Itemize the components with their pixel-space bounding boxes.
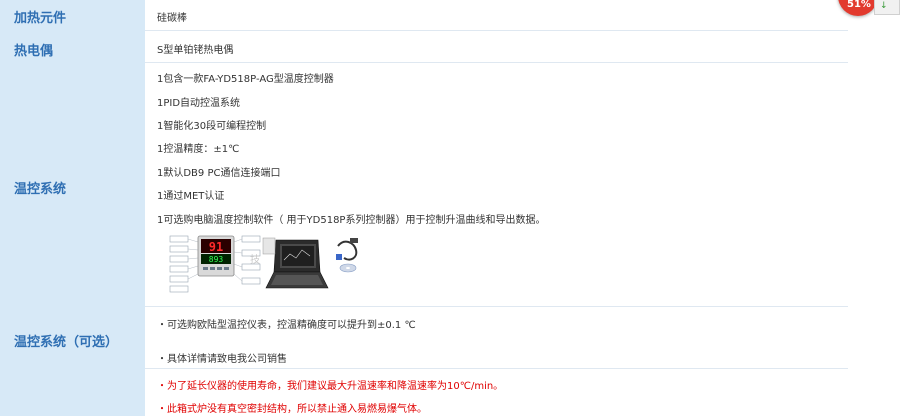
- label-temp-control-optional: 温控系统（可选）: [14, 335, 119, 350]
- warning-note: ・为了延长仪器的使用寿命，我们建议最大升温速率和降温速率为10℃/min。: [157, 381, 504, 392]
- down-arrow-icon: ↓: [880, 1, 888, 11]
- temp-control-item: 1默认DB9 PC通信连接端口: [157, 168, 281, 179]
- laptop: [265, 239, 329, 289]
- row-divider: [145, 62, 848, 63]
- cable: [336, 238, 358, 261]
- temp-control-item: 1控温精度：±1℃: [157, 144, 240, 155]
- badge-percent: 51%: [847, 0, 871, 10]
- row-divider: [145, 368, 848, 369]
- display-top-readout: 91: [209, 240, 223, 254]
- heating-element-value: 硅碳棒: [157, 13, 187, 24]
- temp-control-item: 1包含一款FA-YD518P-AG型温度控制器: [157, 74, 334, 85]
- row-divider: [145, 306, 848, 307]
- row-divider: [145, 30, 848, 31]
- temp-control-item: 1智能化30段可编程控制: [157, 121, 267, 132]
- optional-control-item: ・具体详情请致电我公司销售: [157, 354, 287, 365]
- label-column: [0, 0, 145, 416]
- temp-control-item: 1PID自动控温系统: [157, 98, 241, 109]
- display-bottom-readout: 893: [209, 255, 224, 264]
- temp-control-item: 1可选购电脑温度控制软件（ 用于YD518P系列控制器）用于控制升温曲线和导出数…: [157, 215, 546, 226]
- label-temp-control: 温控系统: [14, 182, 67, 197]
- cd-disc: [339, 263, 357, 273]
- right-gutter: [848, 0, 900, 416]
- label-thermocouple: 热电偶: [14, 44, 54, 59]
- optional-control-item: ・可选购欧陆型温控仪表，控温精确度可以提升到±0.1 ℃: [157, 320, 416, 331]
- product-image: 91 893: [169, 235, 358, 293]
- progress-badge[interactable]: 51%: [838, 0, 878, 16]
- thermocouple-value: S型单铂铑热电偶: [157, 45, 234, 56]
- software-box: [262, 237, 276, 255]
- temp-control-item: 1通过MET认证: [157, 191, 225, 202]
- warning-note: ・此箱式炉没有真空密封结构，所以禁止通入易燃易爆气体。: [157, 404, 427, 415]
- label-heating-element: 加热元件: [14, 11, 67, 26]
- watermark-text: 技: [250, 255, 260, 266]
